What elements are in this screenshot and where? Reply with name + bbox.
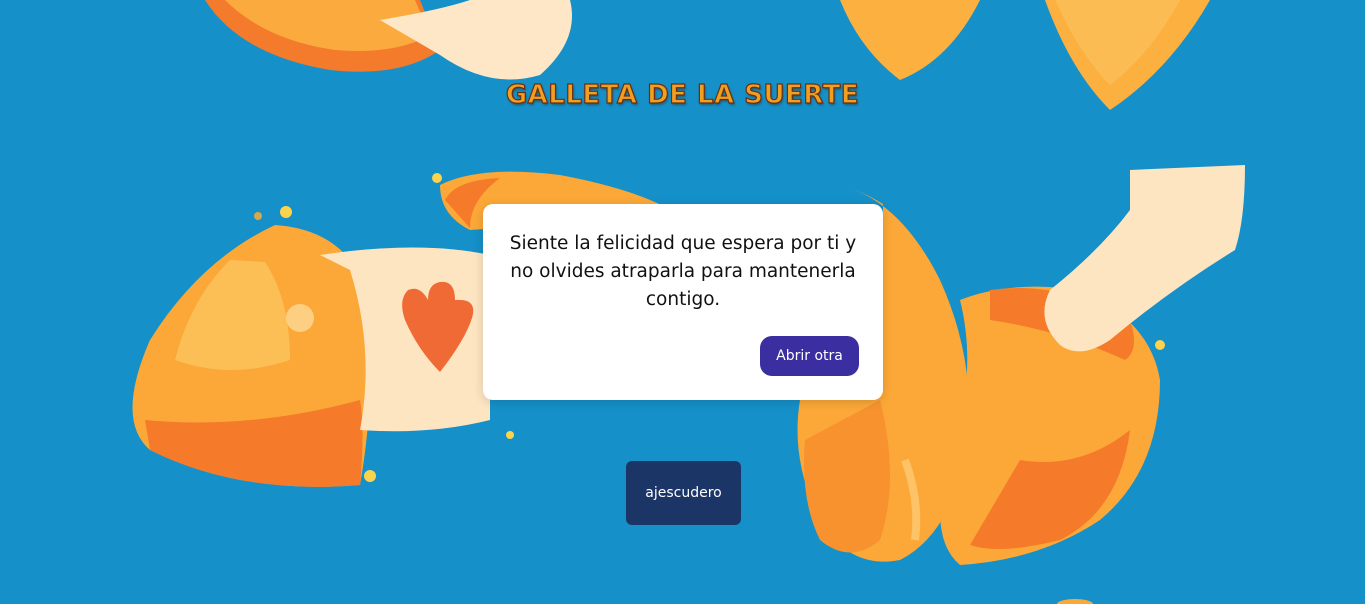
cookie-half-left [132,225,372,487]
fortune-card: Siente la felicidad que espera por ti y … [483,204,883,400]
fortune-message: Siente la felicidad que espera por ti y … [509,233,857,310]
cookie-fragment-top-left [205,0,572,80]
open-another-button[interactable]: Abrir otra [760,336,859,376]
author-button[interactable]: ajescudero [626,461,741,525]
cookie-crumb-bottom [1057,599,1093,604]
page-title: GALLETA DE LA SUERTE [505,79,860,110]
paper-slip-right [1044,165,1245,352]
